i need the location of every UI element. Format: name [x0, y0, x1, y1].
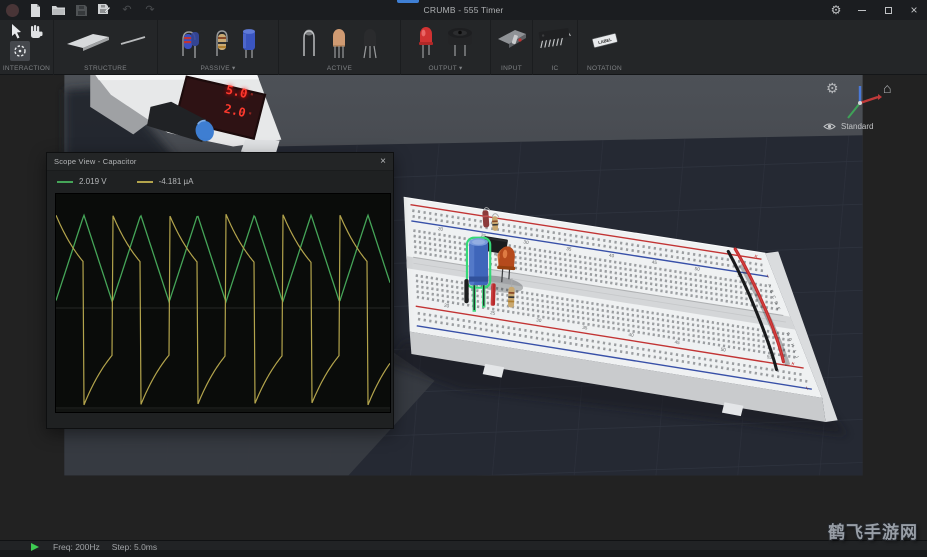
eye-icon	[823, 122, 836, 131]
interact-tool-selected[interactable]	[10, 41, 30, 61]
new-file-icon[interactable]	[28, 3, 42, 17]
buzzer-tool-icon[interactable]	[442, 21, 478, 66]
voltage-value: 2.019 V	[79, 177, 107, 186]
view-mode-label: Standard	[841, 122, 873, 131]
play-button[interactable]	[31, 543, 39, 551]
power-supply-top-edge	[95, 75, 259, 80]
component-toolbar: INTERACTION STRUCTURE PASSIVE ▾	[0, 20, 927, 75]
transistor-tool-icon[interactable]	[325, 22, 353, 65]
status-bar: Freq: 200Hz Step: 5.0ms	[0, 540, 927, 557]
plot-bottom-strip	[56, 409, 390, 412]
breadboard-tool-icon[interactable]	[63, 26, 115, 61]
current-swatch	[137, 181, 153, 183]
toolbar-label-input: INPUT	[491, 65, 532, 72]
toolbar-section-ic: IC	[532, 20, 577, 75]
view-mode-toggle[interactable]: Standard	[823, 122, 873, 131]
save-as-icon[interactable]	[97, 3, 111, 17]
grid-line	[64, 506, 862, 534]
toolbar-label-output: OUTPUT ▾	[401, 64, 490, 72]
led-tool-icon[interactable]	[413, 21, 439, 66]
toolbar-label-active: ACTIVE	[279, 65, 400, 72]
close-button[interactable]: ×	[901, 0, 927, 20]
toolbar-section-output: OUTPUT ▾	[400, 20, 490, 75]
step-readout: Step: 5.0ms	[112, 542, 157, 552]
black-wire-component[interactable]	[464, 279, 468, 303]
toolbar-label-ic: IC	[533, 65, 577, 72]
hand-tool-icon[interactable]	[28, 23, 43, 44]
scope-title-bar[interactable]: Scope View - Capacitor ×	[47, 153, 393, 171]
switch-tool-icon[interactable]	[493, 23, 531, 64]
toolbar-label-notation: NOTATION	[578, 65, 631, 72]
current-value: -4.181 µA	[159, 177, 194, 186]
scope-plot-area	[55, 193, 391, 413]
viewport-settings-icon[interactable]: ⚙	[826, 80, 839, 97]
resistor-axial-tool-icon[interactable]	[209, 22, 235, 65]
home-view-icon[interactable]: ⌂	[883, 80, 891, 96]
scope-title: Scope View - Capacitor	[54, 157, 137, 166]
redo-icon: ↷	[143, 3, 157, 17]
minimize-button[interactable]	[849, 0, 875, 20]
red-wire-component[interactable]	[491, 283, 496, 306]
transistor-black-tool-icon[interactable]	[356, 22, 384, 65]
label-sticker-tool-icon[interactable]: LABEL	[585, 24, 625, 63]
undo-icon: ↶	[120, 3, 134, 17]
capacitor-tool-icon[interactable]	[238, 22, 260, 65]
toolbar-label-interaction: INTERACTION	[0, 65, 53, 72]
watermark: 鹤飞手游网	[828, 518, 918, 543]
toolbar-label-passive: PASSIVE ▾	[158, 64, 278, 72]
ic-chip-tool-icon[interactable]	[535, 22, 575, 65]
open-file-icon[interactable]	[51, 3, 65, 17]
viewport-controls: ⚙ ⌂ Standard	[817, 75, 927, 145]
title-bar: ↶ ↷ CRUMB - 555 Timer ⚙ ×	[0, 0, 927, 20]
toolbar-section-active: ACTIVE	[278, 20, 400, 75]
frequency-readout: Freq: 200Hz	[53, 542, 100, 552]
app-logo-icon	[6, 4, 19, 17]
toolbar-section-passive: PASSIVE ▾	[157, 20, 278, 75]
scope-window[interactable]: Scope View - Capacitor × 2.019 V -4.181 …	[46, 152, 394, 429]
voltage-swatch	[57, 181, 73, 183]
scope-legend: 2.019 V -4.181 µA	[47, 171, 393, 192]
legend-current: -4.181 µA	[137, 177, 194, 186]
toolbar-section-notation: LABEL NOTATION	[577, 20, 631, 75]
toolbar-section-structure: STRUCTURE	[53, 20, 157, 75]
toolbar-section-input: INPUT	[490, 20, 532, 75]
save-icon	[74, 3, 88, 17]
wire-tool-icon[interactable]	[118, 26, 148, 61]
resistor-tool-icon[interactable]	[176, 22, 206, 65]
legend-voltage: 2.019 V	[57, 177, 107, 186]
current-trace	[56, 214, 390, 405]
settings-gear-icon[interactable]: ⚙	[823, 0, 849, 20]
scope-close-button[interactable]: ×	[380, 157, 386, 167]
maximize-button[interactable]	[875, 0, 901, 20]
blue-accent-sliver	[397, 0, 419, 3]
toolbar-section-interaction: INTERACTION	[0, 20, 53, 75]
toolbar-label-structure: STRUCTURE	[54, 65, 157, 72]
diode-tool-icon[interactable]	[296, 22, 322, 65]
